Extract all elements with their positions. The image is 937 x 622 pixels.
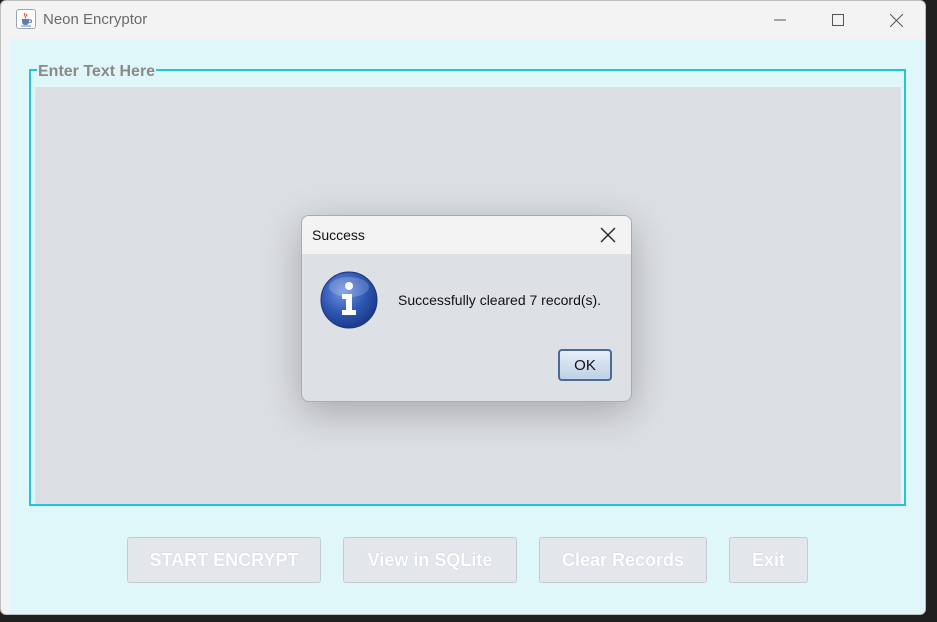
start-encrypt-button[interactable]: START ENCRYPT	[127, 537, 321, 583]
dialog-close-button[interactable]	[598, 225, 618, 245]
close-icon	[600, 227, 616, 243]
clear-records-button[interactable]: Clear Records	[539, 537, 707, 583]
java-cup-icon	[16, 9, 36, 29]
exit-button[interactable]: Exit	[729, 537, 808, 583]
close-icon	[889, 13, 903, 27]
maximize-icon	[832, 14, 844, 26]
panel-legend: Enter Text Here	[37, 63, 157, 80]
dialog-message: Successfully cleared 7 record(s).	[398, 292, 602, 308]
window-title: Neon Encryptor	[43, 11, 148, 28]
title-bar[interactable]: Neon Encryptor	[1, 1, 925, 39]
minimize-icon	[774, 19, 786, 21]
success-dialog: Success Successfully cleared 7 record(s)…	[301, 215, 632, 402]
ok-button[interactable]: OK	[558, 349, 612, 381]
maximize-button[interactable]	[809, 1, 867, 39]
minimize-button[interactable]	[751, 1, 809, 39]
dialog-title: Success	[312, 227, 365, 243]
information-icon	[320, 271, 378, 329]
close-window-button[interactable]	[867, 1, 925, 39]
view-in-sqlite-button[interactable]: View in SQLite	[343, 537, 517, 583]
dialog-title-bar[interactable]: Success	[302, 216, 631, 254]
